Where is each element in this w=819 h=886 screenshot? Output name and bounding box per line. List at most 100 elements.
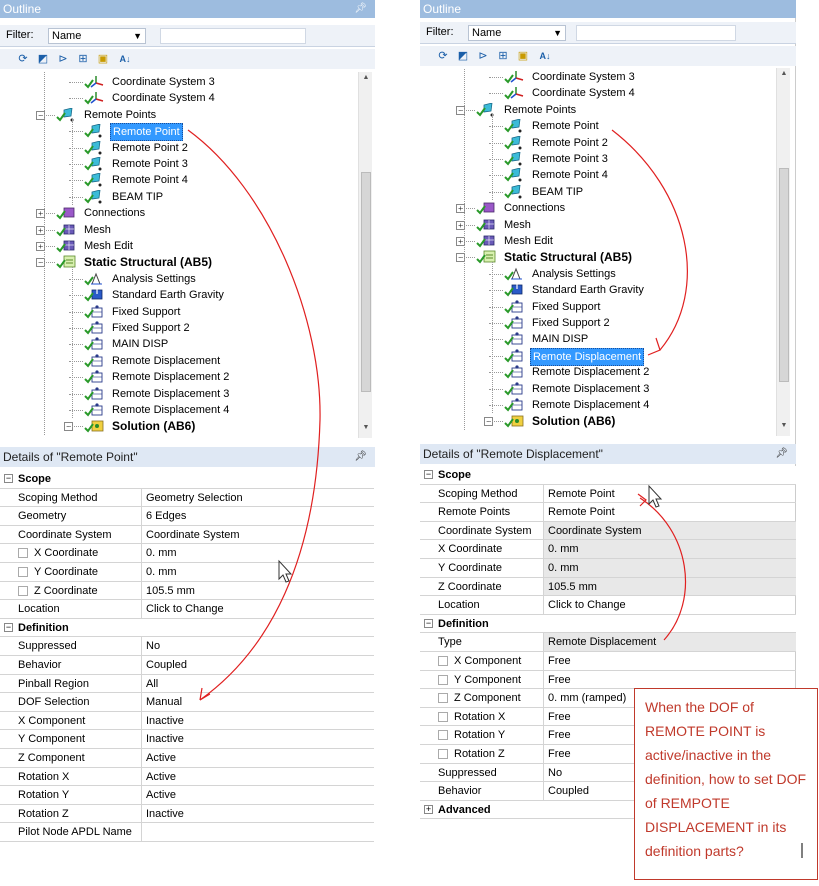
property-value[interactable]: 105.5 mm <box>544 577 796 596</box>
details-row[interactable]: Z Component Active <box>0 749 374 768</box>
pin-icon[interactable]: 📌︎ <box>354 447 367 467</box>
tree-item[interactable]: Coordinate System 4 <box>0 90 350 106</box>
parameter-checkbox[interactable] <box>438 711 448 722</box>
tree-item[interactable]: Fixed Support <box>0 304 350 320</box>
folder-icon[interactable]: ▣ <box>96 52 110 66</box>
property-value[interactable]: Coordinate System <box>142 526 374 544</box>
tree-scrollbar[interactable]: ▲ ▼ <box>358 72 372 438</box>
details-row[interactable]: Coordinate System Coordinate System <box>0 525 374 545</box>
collapse-icon[interactable]: − <box>4 622 13 632</box>
details-row[interactable]: Scoping Method Remote Point <box>420 484 796 504</box>
tree-item[interactable]: Standard Earth Gravity <box>0 287 350 303</box>
collapse-icon[interactable]: − <box>424 618 433 628</box>
filter-icon[interactable]: ◩ <box>456 49 470 63</box>
property-value[interactable]: Active <box>142 749 374 767</box>
parameter-checkbox[interactable] <box>18 585 28 596</box>
refresh-icon[interactable]: ⟳ <box>436 49 450 63</box>
property-value[interactable]: Free <box>544 652 796 670</box>
details-group-header[interactable]: − Scope <box>0 470 374 489</box>
expand-tree-icon[interactable]: ⊳ <box>476 49 490 63</box>
details-row[interactable]: Y Coordinate 0. mm <box>420 559 796 578</box>
tree-item[interactable]: BEAM TIP <box>0 189 350 205</box>
property-value[interactable]: 0. mm <box>142 563 374 581</box>
property-value[interactable]: Free <box>544 671 796 689</box>
property-value[interactable]: Click to Change <box>544 596 796 614</box>
tree-item[interactable]: Remote Displacement <box>420 347 770 366</box>
filter-select[interactable]: Name ▼ <box>468 25 566 41</box>
expand-all-icon[interactable]: ⊞ <box>76 52 90 66</box>
details-row[interactable]: Y Component Free <box>420 670 796 690</box>
details-row[interactable]: Z Coordinate 105.5 mm <box>420 577 796 597</box>
property-value[interactable]: Coupled <box>142 656 374 674</box>
tree-item[interactable]: Analysis Settings <box>0 271 350 287</box>
scroll-up-icon[interactable]: ▲ <box>359 74 373 86</box>
property-value[interactable]: 0. mm <box>544 559 796 577</box>
property-value[interactable]: All <box>142 675 374 693</box>
parameter-checkbox[interactable] <box>18 567 28 577</box>
property-value[interactable]: Remote Point <box>544 503 796 521</box>
parameter-checkbox[interactable] <box>438 749 448 759</box>
tree-item[interactable]: Remote Point 4 <box>420 167 770 183</box>
tree-item[interactable]: Coordinate System 3 <box>0 74 350 90</box>
property-value[interactable]: Manual <box>142 693 374 711</box>
property-value[interactable]: 0. mm <box>544 540 796 558</box>
collapse-icon[interactable]: − <box>424 470 433 479</box>
tree-item[interactable]: Remote Displacement 2 <box>0 369 350 385</box>
filter-search-input[interactable] <box>160 28 306 44</box>
tree-item[interactable]: Remote Displacement 3 <box>420 381 770 397</box>
filter-search-input[interactable] <box>576 25 736 41</box>
details-row[interactable]: Y Coordinate 0. mm <box>0 563 374 582</box>
parameter-checkbox[interactable] <box>438 693 448 704</box>
property-value[interactable] <box>142 823 374 841</box>
property-value[interactable]: Active <box>142 786 374 804</box>
expand-tree-icon[interactable]: ⊳ <box>56 52 70 66</box>
details-row[interactable]: Scoping Method Geometry Selection <box>0 488 374 508</box>
folder-icon[interactable]: ▣ <box>516 49 530 63</box>
tree-item[interactable]: BEAM TIP <box>420 184 770 200</box>
details-group-header[interactable]: − Definition <box>0 618 374 638</box>
filter-select[interactable]: Name ▼ <box>48 28 146 44</box>
collapse-icon[interactable]: + <box>424 804 433 814</box>
details-row[interactable]: Type Remote Displacement <box>420 633 796 652</box>
details-row[interactable]: Pilot Node APDL Name <box>0 823 374 842</box>
refresh-icon[interactable]: ⟳ <box>16 52 30 66</box>
scroll-thumb[interactable] <box>779 168 789 382</box>
property-value[interactable]: 6 Edges <box>142 507 374 525</box>
property-value[interactable]: Geometry Selection <box>142 489 374 507</box>
tree-item[interactable]: − Solution (AB6) <box>420 413 770 429</box>
tree-item[interactable]: Coordinate System 4 <box>420 85 770 101</box>
details-group-header[interactable]: − Definition <box>420 614 796 634</box>
tree-item[interactable]: Remote Displacement 4 <box>0 402 350 418</box>
property-value[interactable]: Coordinate System <box>544 521 796 540</box>
tree-item[interactable]: Remote Displacement 4 <box>420 397 770 413</box>
details-row[interactable]: Rotation Y Active <box>0 786 374 805</box>
tree-item[interactable]: Coordinate System 3 <box>420 69 770 85</box>
tree-item[interactable]: MAIN DISP <box>0 336 350 352</box>
details-row[interactable]: Rotation Z Inactive <box>0 804 374 824</box>
tree-item[interactable]: Fixed Support 2 <box>0 320 350 336</box>
filter-icon[interactable]: ◩ <box>36 52 50 66</box>
tree-item[interactable]: Remote Point <box>420 118 770 134</box>
details-row[interactable]: X Component Inactive <box>0 711 374 731</box>
parameter-checkbox[interactable] <box>438 674 448 685</box>
tree-item[interactable]: Remote Point 3 <box>420 151 770 167</box>
details-row[interactable]: Coordinate System Coordinate System <box>420 521 796 541</box>
parameter-checkbox[interactable] <box>18 548 28 559</box>
details-row[interactable]: Suppressed No <box>0 637 374 656</box>
tree-scrollbar[interactable]: ▲ ▼ <box>776 68 790 436</box>
tree-item[interactable]: − Solution (AB6) <box>0 418 350 434</box>
details-row[interactable]: Location Click to Change <box>0 600 374 619</box>
tree-item[interactable]: Fixed Support 2 <box>420 315 770 331</box>
collapse-icon[interactable]: − <box>4 474 13 483</box>
parameter-checkbox[interactable] <box>438 730 448 741</box>
details-row[interactable]: X Coordinate 0. mm <box>0 544 374 563</box>
tree-item[interactable]: Remote Displacement 2 <box>420 364 770 380</box>
tree-item[interactable]: Standard Earth Gravity <box>420 282 770 298</box>
tree-item[interactable]: Remote Displacement <box>0 353 350 369</box>
sort-az-icon[interactable]: A↓ <box>118 52 132 66</box>
sort-az-icon[interactable]: A↓ <box>538 49 552 63</box>
tree-item[interactable]: Remote Point 2 <box>0 140 350 156</box>
property-value[interactable]: Remote Point <box>544 485 796 503</box>
details-group-header[interactable]: − Scope <box>420 466 796 485</box>
property-value[interactable]: Active <box>142 768 374 786</box>
